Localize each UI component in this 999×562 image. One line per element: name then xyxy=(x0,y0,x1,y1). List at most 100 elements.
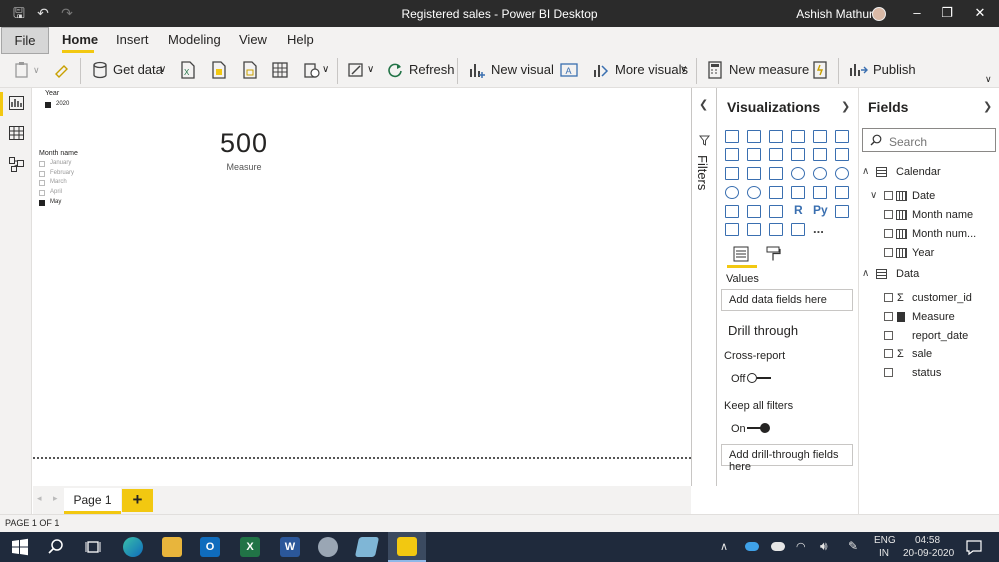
slicer-checkbox[interactable] xyxy=(39,180,45,187)
pen-icon[interactable]: ✎ xyxy=(848,539,858,553)
dataset-icon[interactable] xyxy=(209,60,229,80)
r-visual-icon[interactable]: R xyxy=(794,203,803,217)
windows-start-icon[interactable] xyxy=(10,537,30,557)
browser-icon[interactable] xyxy=(318,537,338,557)
gauge-icon[interactable] xyxy=(769,186,783,199)
minimize-icon[interactable]: – xyxy=(902,3,932,23)
slicer-item-label[interactable]: May xyxy=(50,199,61,205)
recent-sources-icon[interactable] xyxy=(302,60,322,80)
collapse-icon[interactable]: ∧ xyxy=(862,166,869,177)
new-measure-button[interactable]: New measure xyxy=(729,62,809,77)
field-item[interactable]: sale xyxy=(912,348,932,360)
slicer-checkbox[interactable] xyxy=(39,170,45,177)
get-data-icon[interactable] xyxy=(90,60,110,80)
stacked-area-icon[interactable] xyxy=(769,148,783,161)
word-icon[interactable]: W xyxy=(280,537,300,557)
paginated-icon[interactable] xyxy=(791,223,805,236)
report-view-icon[interactable] xyxy=(9,96,24,110)
power-bi-taskbar-item[interactable] xyxy=(388,532,426,562)
field-checkbox[interactable] xyxy=(884,191,893,200)
matrix-icon[interactable] xyxy=(769,205,783,218)
task-view-icon[interactable] xyxy=(83,537,103,557)
new-visual-icon[interactable] xyxy=(467,60,487,80)
model-view-icon[interactable] xyxy=(9,157,24,172)
tab-help[interactable]: Help xyxy=(287,32,314,47)
field-table-name[interactable]: Data xyxy=(896,268,919,280)
decomposition-tree-icon[interactable] xyxy=(725,223,739,236)
slicer-checkbox[interactable] xyxy=(39,161,45,167)
key-influencers-icon[interactable] xyxy=(835,205,849,218)
more-visuals-button[interactable]: More visuals xyxy=(615,62,688,77)
drill-through-well[interactable]: Add drill-through fields here xyxy=(721,444,853,473)
field-item[interactable]: Measure xyxy=(912,311,955,323)
tab-view[interactable]: View xyxy=(239,32,267,47)
get-data-button[interactable]: Get data xyxy=(113,62,163,77)
add-page-button[interactable]: + xyxy=(122,489,153,512)
expand-icon[interactable]: ∨ xyxy=(870,190,877,201)
ribbon-chart-icon[interactable] xyxy=(835,148,849,161)
scroll-left-icon[interactable]: ◂ xyxy=(37,493,42,504)
fields-well-icon[interactable] xyxy=(733,246,749,262)
language-secondary[interactable]: IN xyxy=(879,548,889,559)
close-icon[interactable]: ✕ xyxy=(965,3,995,23)
field-checkbox[interactable] xyxy=(884,368,893,377)
language-primary[interactable]: ENG xyxy=(874,535,896,546)
filters-pane[interactable]: ❮ xyxy=(691,88,717,486)
format-painter-icon[interactable] xyxy=(52,60,72,80)
100-bar-icon[interactable] xyxy=(813,130,827,143)
tab-home[interactable]: Home xyxy=(62,32,98,47)
refresh-icon[interactable] xyxy=(385,60,405,80)
chevron-right-icon[interactable]: ❯ xyxy=(841,100,850,113)
file-explorer-icon[interactable] xyxy=(162,537,182,557)
field-checkbox[interactable] xyxy=(884,248,893,257)
field-item[interactable]: Year xyxy=(912,247,934,259)
field-item[interactable]: report_date xyxy=(912,330,968,342)
slicer-icon[interactable] xyxy=(725,205,739,218)
scroll-right-icon[interactable]: ▸ xyxy=(53,493,58,504)
search-icon[interactable] xyxy=(46,537,66,557)
user-name[interactable]: Ashish Mathur xyxy=(796,7,873,21)
excel-icon[interactable]: X xyxy=(240,537,260,557)
format-paint-roller-icon[interactable] xyxy=(765,246,781,262)
funnel-icon[interactable] xyxy=(747,167,761,180)
slicer-item-label[interactable]: February xyxy=(50,170,74,176)
notifications-icon[interactable] xyxy=(964,537,984,557)
field-checkbox[interactable] xyxy=(884,349,893,358)
report-canvas[interactable] xyxy=(33,88,691,486)
onedrive-icon[interactable] xyxy=(745,542,759,551)
restore-icon[interactable]: ❐ xyxy=(932,3,962,23)
avatar[interactable] xyxy=(872,7,886,21)
slicer-item-label[interactable]: 2020 xyxy=(56,101,69,107)
field-item[interactable]: customer_id xyxy=(912,292,972,304)
new-visual-button[interactable]: New visual xyxy=(491,62,554,77)
stacked-bar-icon[interactable] xyxy=(725,130,739,143)
outlook-icon[interactable]: O xyxy=(200,537,220,557)
data-view-icon[interactable] xyxy=(9,126,24,140)
multi-row-card-icon[interactable] xyxy=(813,186,827,199)
line-clustered-icon[interactable] xyxy=(813,148,827,161)
chevron-down-icon[interactable]: ∨ xyxy=(159,64,166,75)
tab-file[interactable]: File xyxy=(1,27,49,54)
map-icon[interactable] xyxy=(725,186,739,199)
field-item[interactable]: status xyxy=(912,367,941,379)
filters-label[interactable]: Filters xyxy=(695,155,710,190)
publish-icon[interactable] xyxy=(848,60,868,80)
slicer-checkbox[interactable] xyxy=(39,199,45,206)
slicer-checkbox[interactable] xyxy=(39,190,45,197)
donut-chart-icon[interactable] xyxy=(813,167,827,180)
chevron-down-icon[interactable]: ∨ xyxy=(367,64,374,75)
tab-modeling[interactable]: Modeling xyxy=(168,32,221,47)
tray-overflow-icon[interactable]: ∧ xyxy=(720,540,728,553)
pie-chart-icon[interactable] xyxy=(791,167,805,180)
slicer-item-label[interactable]: April xyxy=(50,189,62,195)
clustered-bar-icon[interactable] xyxy=(769,130,783,143)
field-item[interactable]: Month num... xyxy=(912,228,976,240)
qa-icon[interactable] xyxy=(747,223,761,236)
edge-icon[interactable] xyxy=(123,537,143,557)
field-checkbox[interactable] xyxy=(884,293,893,302)
python-visual-icon[interactable]: Py xyxy=(813,203,828,217)
quick-measure-icon[interactable] xyxy=(810,60,830,80)
field-item[interactable]: Month name xyxy=(912,209,973,221)
tab-insert[interactable]: Insert xyxy=(116,32,149,47)
paste-dropdown-icon[interactable]: ∨ xyxy=(33,65,40,76)
